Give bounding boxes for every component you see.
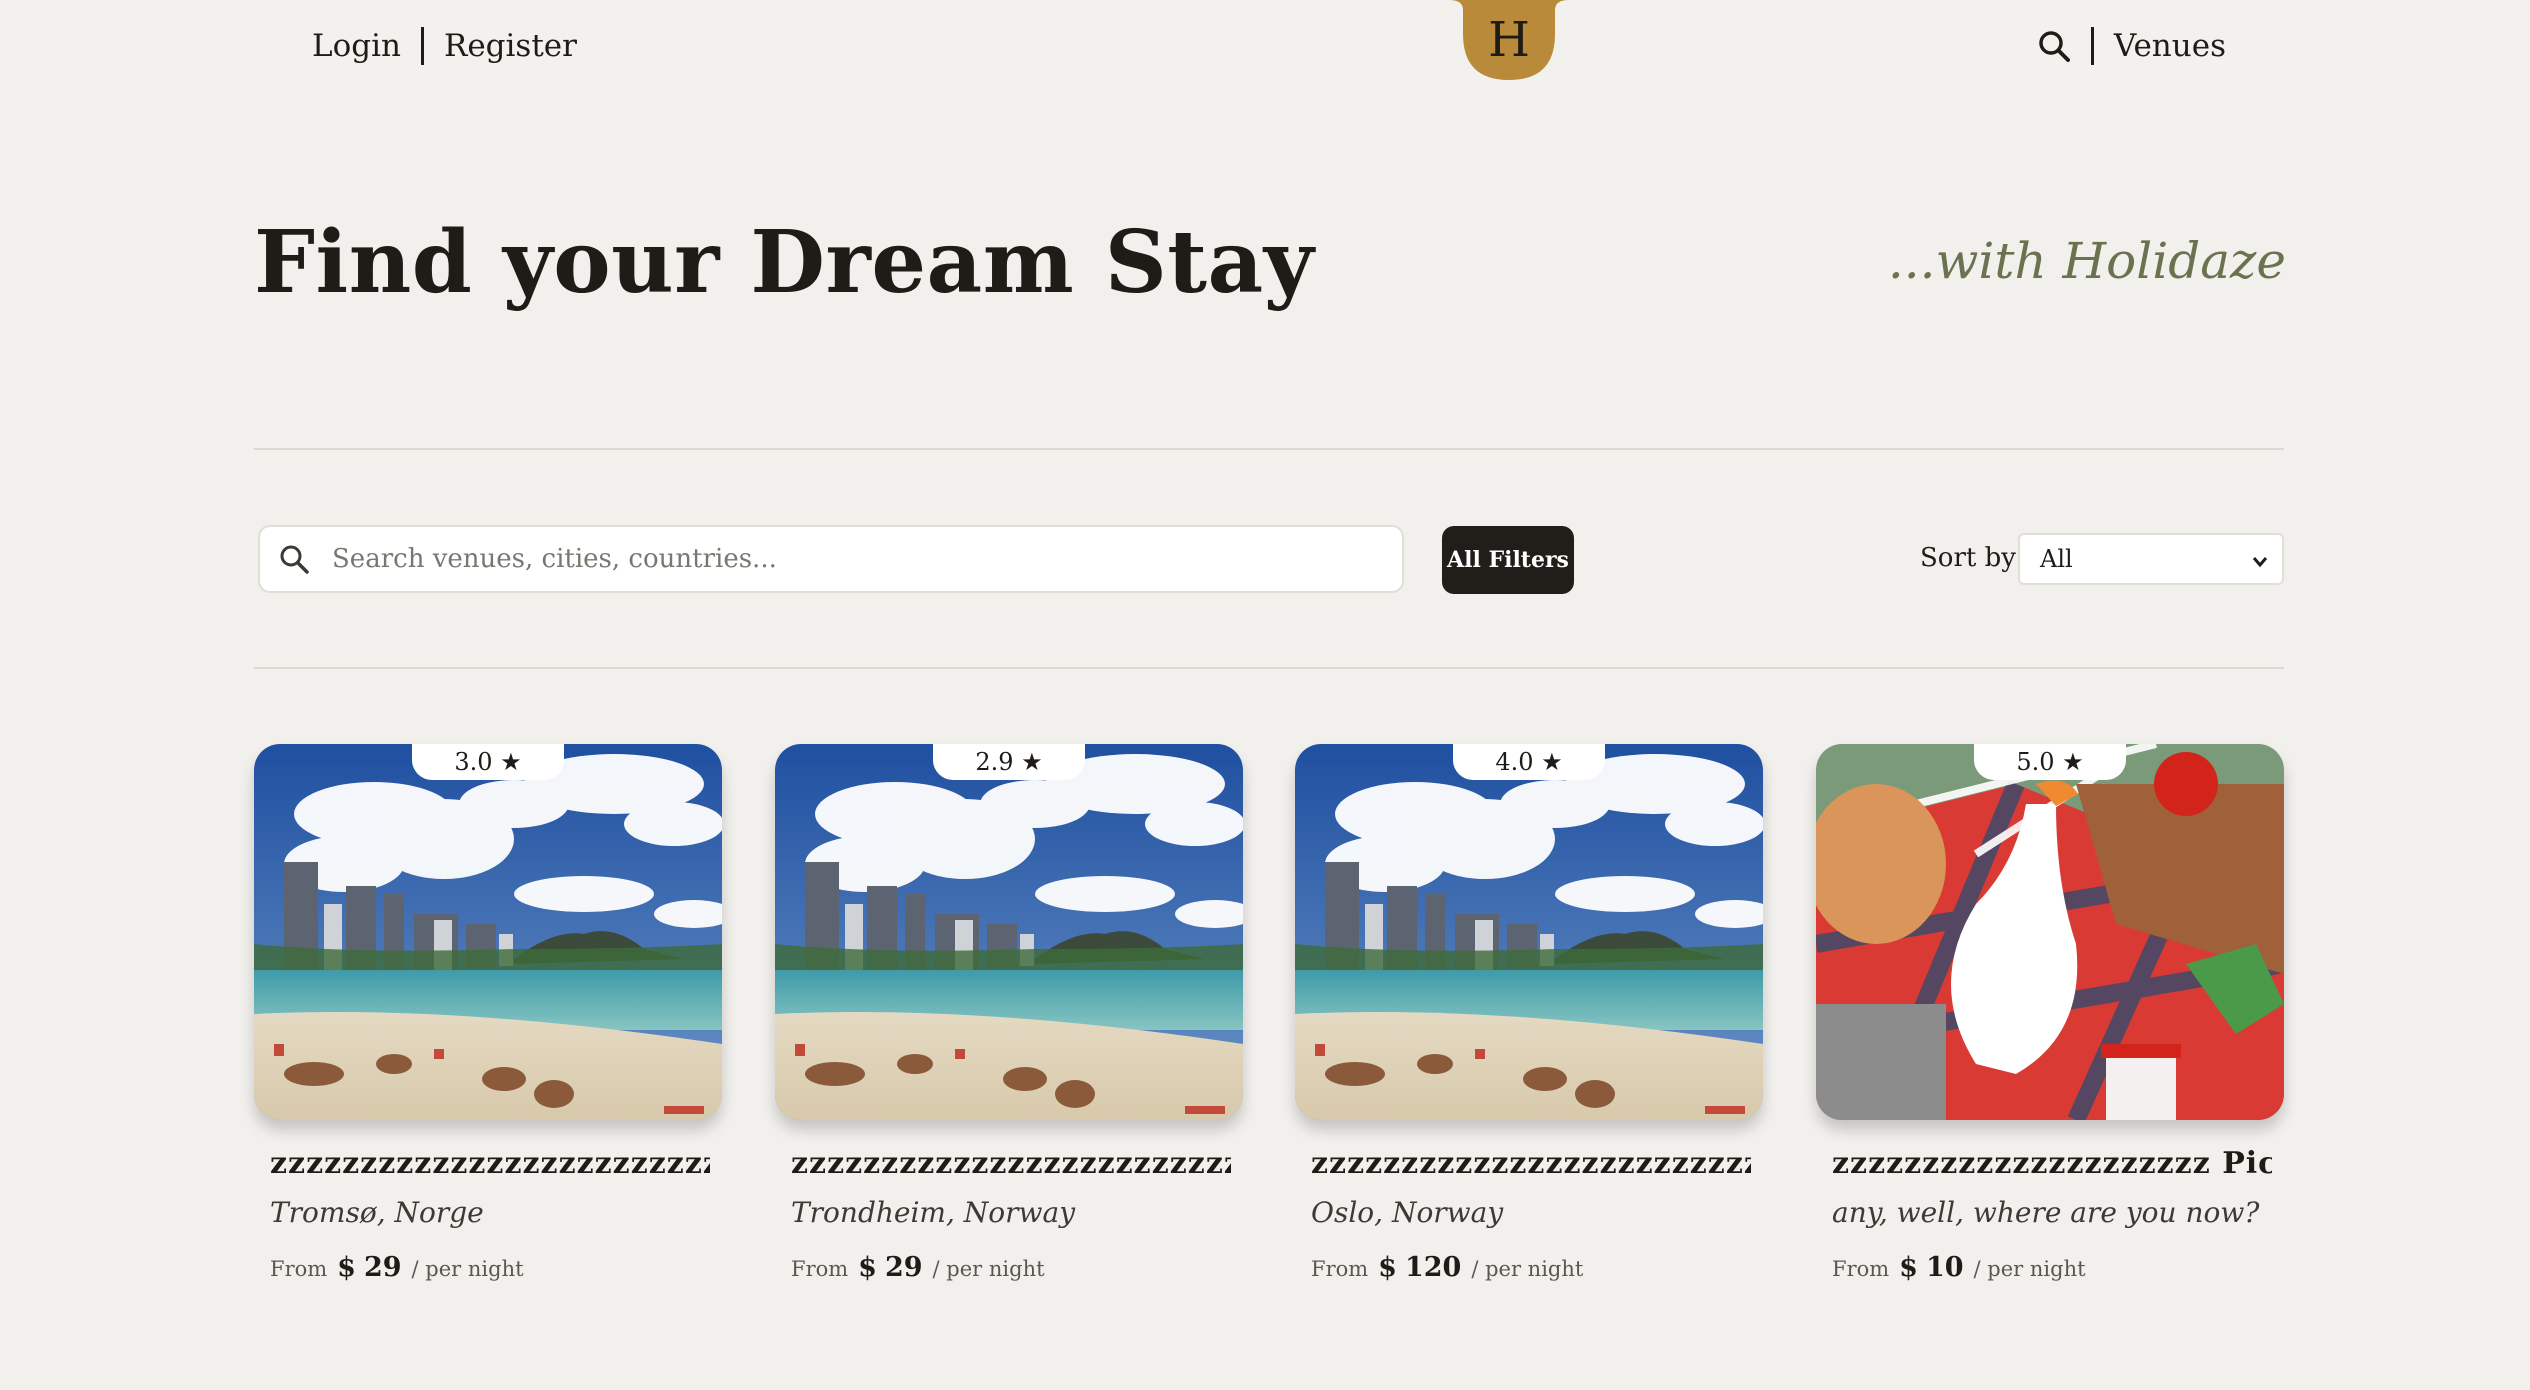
price-amount: 10 <box>1925 1252 1964 1283</box>
register-link[interactable]: Register <box>444 28 577 64</box>
search-input[interactable] <box>332 535 1382 583</box>
sort-label: Sort by: <box>1920 543 2025 573</box>
price-amount: 29 <box>884 1252 923 1283</box>
venue-card[interactable]: 4.0 ★ zzzzzzzzzzzzzzzzzzzzzzzzzoo... Osl… <box>1295 744 1763 1304</box>
price-amount: 29 <box>363 1252 402 1283</box>
login-link[interactable]: Login <box>312 28 401 64</box>
venue-title[interactable]: zzzzzzzzzzzzzzzzzzzzzzzzzzzz... <box>791 1146 1231 1181</box>
venue-title[interactable]: zzzzzzzzzzzzzzzzzzzzzzzzzoo... <box>1311 1146 1751 1181</box>
nav-divider <box>2090 27 2094 65</box>
holidaze-logo[interactable]: H <box>1449 0 1569 82</box>
price-currency: $ <box>337 1252 356 1283</box>
venue-image[interactable] <box>1816 744 2284 1120</box>
per-night-label: / per night <box>1471 1257 1584 1281</box>
venue-price: From $ 120 / per night <box>1311 1252 1583 1283</box>
price-currency: $ <box>1899 1252 1918 1283</box>
search-icon <box>278 543 310 579</box>
venue-title[interactable]: zzzzzzzzzzzzzzzzzzzzzzzzzzzz... <box>270 1146 710 1181</box>
page-tagline: ...with Holidaze <box>1887 232 2286 290</box>
price-amount: 120 <box>1404 1252 1462 1283</box>
sort-select[interactable]: All <box>2018 533 2284 585</box>
venue-card[interactable]: 3.0 ★ zzzzzzzzzzzzzzzzzzzzzzzzzzzz... Tr… <box>254 744 722 1304</box>
sort-selected-value: All <box>2040 545 2073 573</box>
rating-badge: 3.0 ★ <box>412 744 564 780</box>
price-from-label: From <box>270 1257 328 1281</box>
venue-card[interactable]: 5.0 ★ zzzzzzzzzzzzzzzzzzzzz Picn... any,… <box>1816 744 2284 1304</box>
top-navbar: Login Register H Venues <box>252 0 2286 92</box>
venue-location: Oslo, Norway <box>1311 1196 1504 1229</box>
page-title: Find your Dream Stay <box>254 212 1315 313</box>
per-night-label: / per night <box>932 1257 1045 1281</box>
logo-letter: H <box>1488 12 1530 68</box>
venue-price: From $ 10 / per night <box>1832 1252 2086 1283</box>
venue-title[interactable]: zzzzzzzzzzzzzzzzzzzzz Picn... <box>1832 1146 2272 1181</box>
venue-price: From $ 29 / per night <box>270 1252 524 1283</box>
rating-badge: 4.0 ★ <box>1453 744 1605 780</box>
price-from-label: From <box>791 1257 849 1281</box>
price-from-label: From <box>1311 1257 1369 1281</box>
all-filters-button[interactable]: All Filters <box>1442 526 1574 594</box>
rating-badge: 2.9 ★ <box>933 744 1085 780</box>
per-night-label: / per night <box>411 1257 524 1281</box>
nav-actions: Venues <box>2037 22 2226 70</box>
venue-location: Trondheim, Norway <box>791 1196 1076 1229</box>
venue-location: Tromsø, Norge <box>270 1196 484 1229</box>
rating-badge: 5.0 ★ <box>1974 744 2126 780</box>
nav-divider <box>420 27 424 65</box>
venue-location: any, well, where are you now? <box>1832 1196 2260 1229</box>
venue-price: From $ 29 / per night <box>791 1252 1045 1283</box>
price-currency: $ <box>1378 1252 1397 1283</box>
venues-link[interactable]: Venues <box>2114 28 2226 64</box>
venue-image[interactable] <box>775 744 1243 1120</box>
venue-image[interactable] <box>1295 744 1763 1120</box>
divider <box>254 448 2284 450</box>
price-currency: $ <box>858 1252 877 1283</box>
price-from-label: From <box>1832 1257 1890 1281</box>
search-bar <box>258 525 1404 593</box>
venue-image[interactable] <box>254 744 722 1120</box>
venue-card[interactable]: 2.9 ★ zzzzzzzzzzzzzzzzzzzzzzzzzzzz... Tr… <box>775 744 1243 1304</box>
chevron-down-icon <box>2252 553 2268 572</box>
divider <box>254 667 2284 669</box>
per-night-label: / per night <box>1973 1257 2086 1281</box>
auth-links: Login Register <box>312 22 577 70</box>
search-icon[interactable] <box>2037 29 2071 63</box>
